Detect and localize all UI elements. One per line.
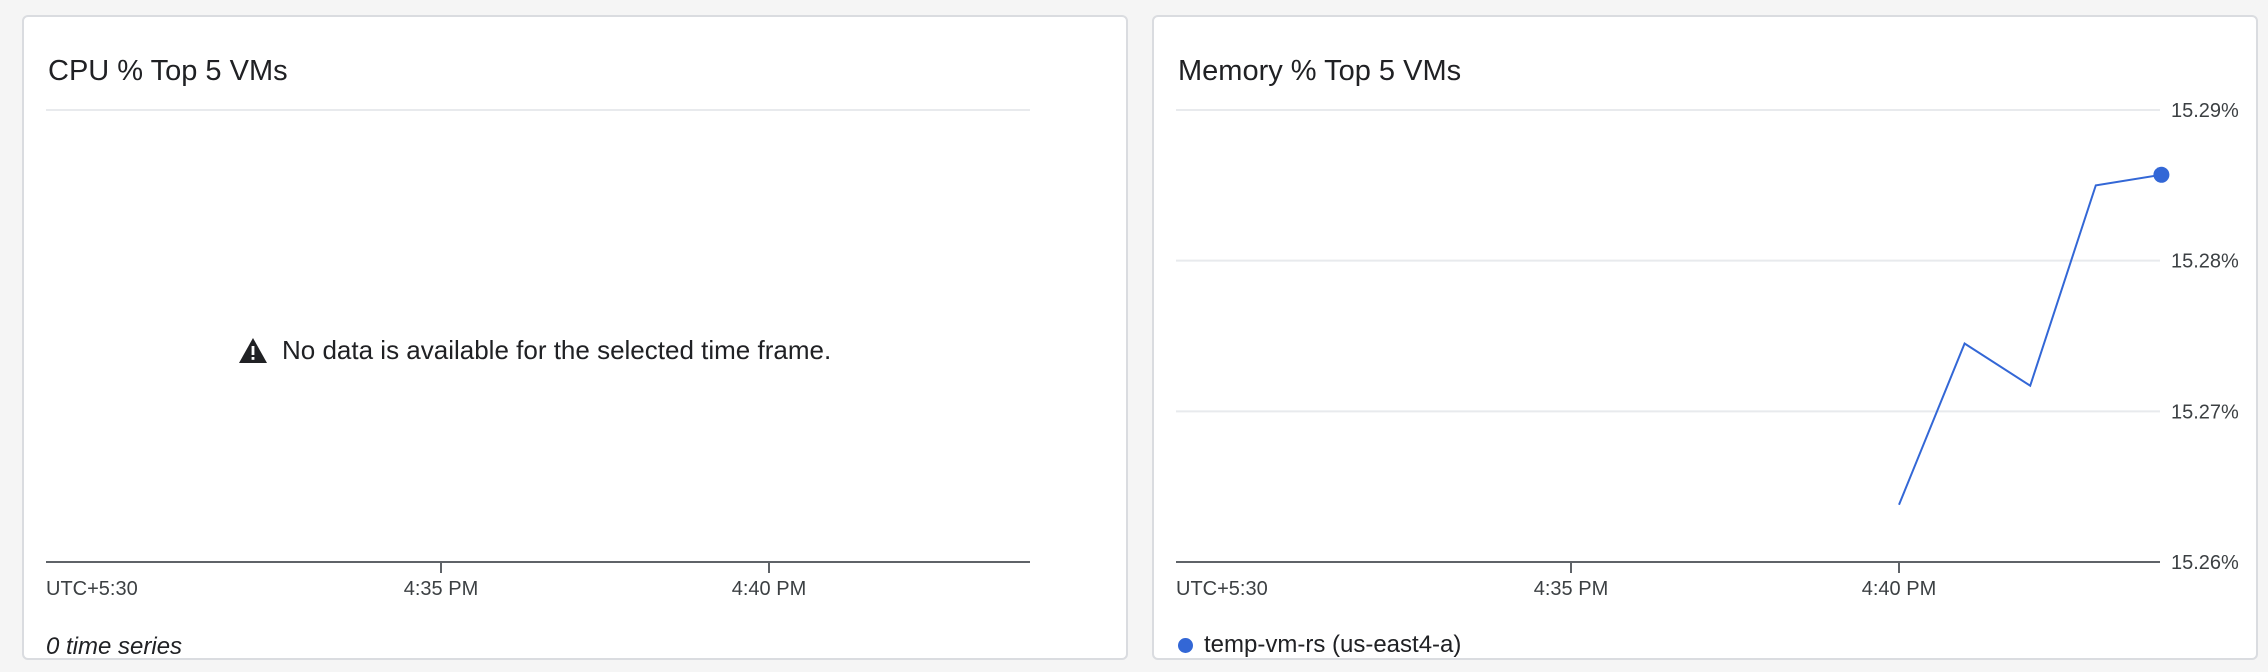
legend-label: temp-vm-rs (us-east4-a) (1204, 631, 1462, 658)
memory-chart: UTC+5:30 4:35 PM 4:40 PM 15.26% 15.27% 15.… (1176, 100, 2239, 600)
no-data-message: No data is available for the selected ti… (238, 335, 831, 366)
cpu-x-tick-label: UTC+5:30 (46, 578, 138, 600)
memory-chart-card: Memory % Top 5 VMs UTC+5:30 4:35 PM 4:40… (1152, 15, 2258, 660)
memory-y-tick-label: 15.27% (2171, 401, 2239, 423)
memory-x-tick-label: 4:40 PM (1862, 578, 1936, 600)
memory-y-tick-label: 15.26% (2171, 552, 2239, 574)
memory-y-tick-label: 15.28% (2171, 251, 2239, 273)
cpu-x-tick-label: 4:35 PM (404, 578, 478, 600)
memory-x-tick-label: 4:35 PM (1534, 578, 1608, 600)
memory-series-line (1898, 173, 2162, 506)
warning-icon (239, 338, 267, 363)
no-data-text: No data is available for the selected ti… (282, 335, 832, 365)
cpu-x-tick-label: 4:40 PM (732, 578, 806, 600)
memory-y-tick-label: 15.29% (2171, 100, 2239, 122)
memory-x-tick-label: UTC+5:30 (1176, 578, 1268, 600)
cpu-chart-card: CPU % Top 5 VMs UTC+5:30 4:35 PM 4:40 PM… (22, 15, 1128, 660)
time-series-count: 0 time series (46, 633, 183, 660)
legend-dot (1178, 637, 1193, 653)
chart-legend: temp-vm-rs (us-east4-a) (1178, 631, 1461, 659)
memory-series-endpoint[interactable] (2153, 166, 2170, 183)
